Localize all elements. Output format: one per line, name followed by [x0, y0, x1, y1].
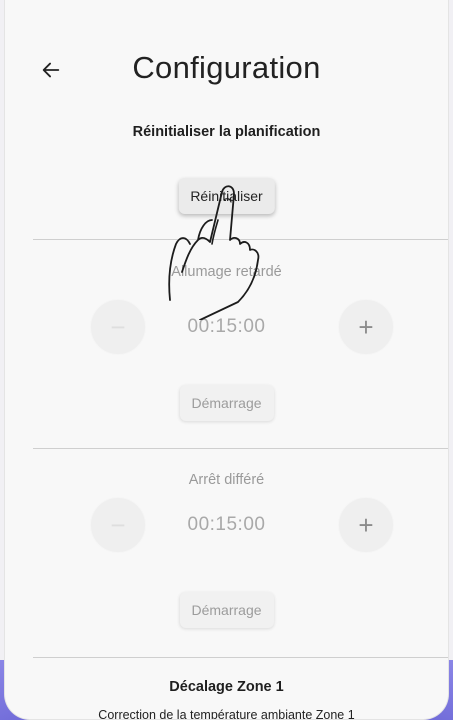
delayed-stop-start-button[interactable]: Démarrage	[179, 592, 274, 628]
reset-button[interactable]: Réinitialiser	[178, 178, 275, 214]
delayed-start-title: Allumage retardé	[171, 264, 282, 280]
app-screen: Configuration Réinitialiser la planifica…	[4, 0, 449, 720]
zone-offset-subtitle: Correction de la température ambiante Zo…	[98, 708, 355, 720]
header: Configuration	[5, 44, 448, 104]
delayed-stop-title: Arrêt différé	[188, 472, 265, 488]
delayed-start-plus-button[interactable]: +	[339, 300, 393, 354]
reset-section-title: Réinitialiser la planification	[132, 124, 321, 140]
divider	[33, 448, 448, 449]
divider	[33, 657, 448, 658]
zone-offset-title: Décalage Zone 1	[169, 679, 284, 695]
page-title: Configuration	[132, 50, 321, 85]
plus-icon: +	[358, 311, 374, 342]
delayed-start-start-button[interactable]: Démarrage	[179, 385, 274, 421]
delayed-stop-plus-button[interactable]: +	[339, 498, 393, 552]
divider	[33, 239, 448, 240]
plus-icon: +	[358, 509, 374, 540]
